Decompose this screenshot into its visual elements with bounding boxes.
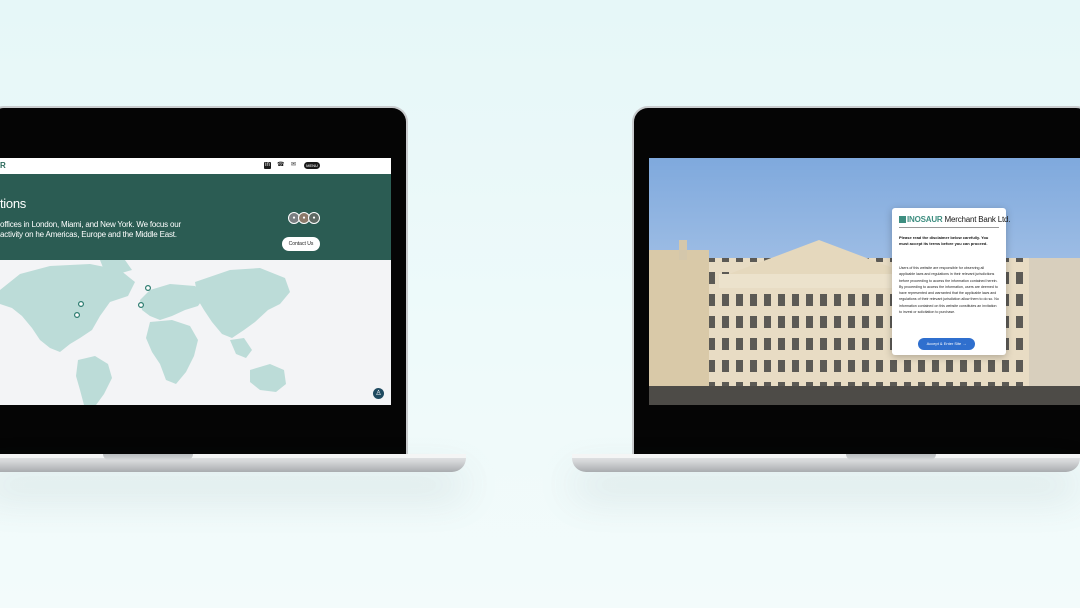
right-laptop-notch xyxy=(846,454,936,460)
dinosaur-logo-icon xyxy=(899,216,906,223)
accessibility-icon[interactable]: ♙ xyxy=(373,388,384,399)
menu-button[interactable]: MENU xyxy=(304,162,320,169)
right-laptop-base-lip xyxy=(572,454,1080,458)
left-laptop-base-lip xyxy=(0,454,466,458)
left-nav-bar: R in ☎ ✉ MENU xyxy=(0,158,391,174)
right-laptop: INOSAUR Merchant Bank Ltd. Please read t… xyxy=(572,106,1080,476)
disclaimer-modal: INOSAUR Merchant Bank Ltd. Please read t… xyxy=(892,208,1010,355)
contact-us-button[interactable]: Contact Us xyxy=(282,237,320,251)
right-site-logo: INOSAUR Merchant Bank Ltd. xyxy=(899,215,1010,224)
map-marker[interactable] xyxy=(73,312,80,319)
linkedin-icon[interactable]: in xyxy=(264,162,271,169)
world-map xyxy=(0,260,391,405)
left-hero-heading: tions xyxy=(0,196,26,211)
phone-icon[interactable]: ☎ xyxy=(277,162,284,169)
disclaimer-intro: Please read the disclaimer below careful… xyxy=(899,235,989,246)
avatar: ● xyxy=(308,212,320,224)
mail-icon[interactable]: ✉ xyxy=(290,162,297,169)
left-laptop-notch xyxy=(103,454,193,460)
right-website-screen: INOSAUR Merchant Bank Ltd. Please read t… xyxy=(649,158,1080,405)
logo-divider xyxy=(899,227,999,228)
disclaimer-body[interactable]: Users of this website are responsible fo… xyxy=(899,265,999,333)
left-hero-section: tions offices in London, Miami, and New … xyxy=(0,174,391,260)
logo-rest-text: Merchant Bank Ltd. xyxy=(942,215,1011,224)
left-laptop: R in ☎ ✉ MENU tions offices in London, M… xyxy=(0,106,470,476)
accept-enter-button[interactable]: Accept & Enter Site → xyxy=(918,338,975,350)
world-map-graphic xyxy=(0,260,290,405)
left-website-screen: R in ☎ ✉ MENU tions offices in London, M… xyxy=(0,158,391,405)
map-marker[interactable] xyxy=(77,301,84,308)
logo-brand-text: INOSAUR xyxy=(907,215,943,224)
left-site-logo[interactable]: R xyxy=(0,161,6,170)
building-photo xyxy=(649,158,1080,405)
map-marker[interactable] xyxy=(138,302,145,309)
map-marker[interactable] xyxy=(145,285,152,292)
left-hero-text: offices in London, Miami, and New York. … xyxy=(0,220,181,239)
